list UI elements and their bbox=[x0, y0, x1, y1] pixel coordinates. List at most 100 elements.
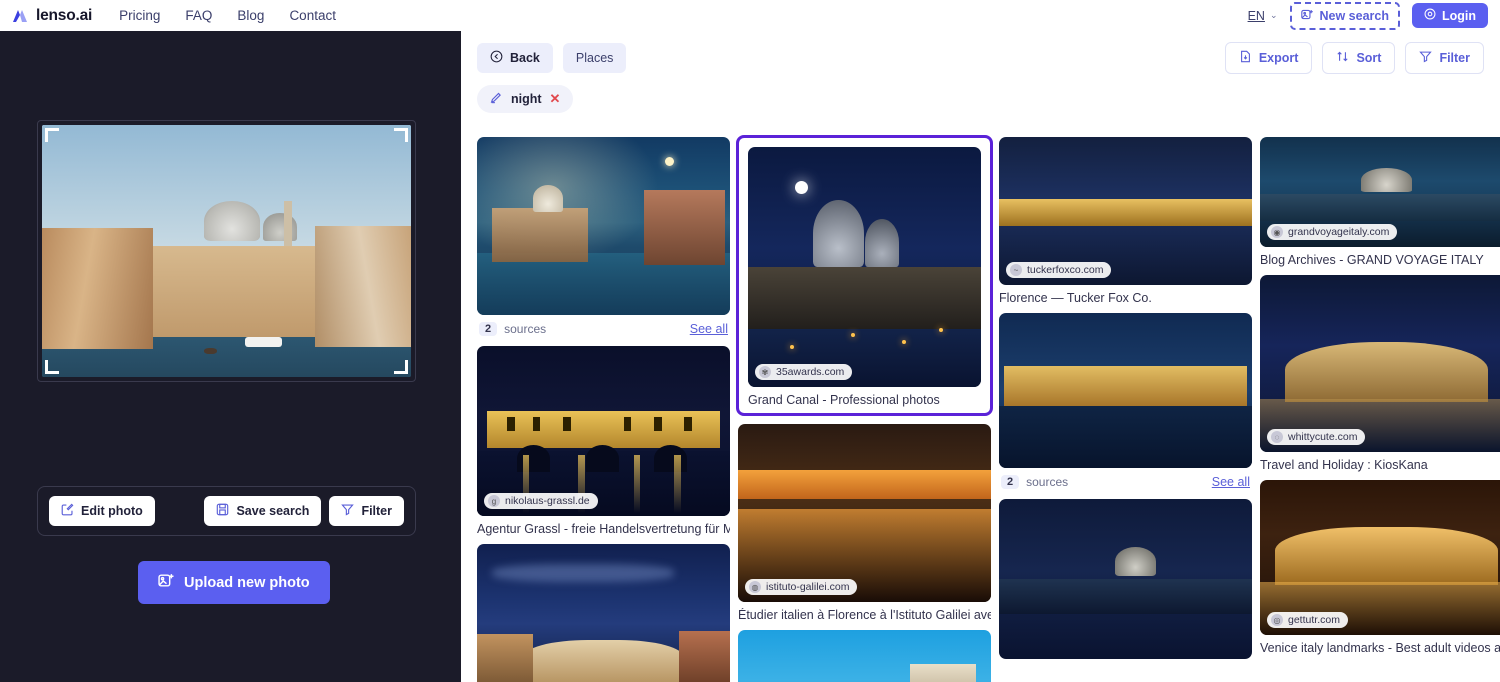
pencil-icon[interactable] bbox=[490, 91, 503, 107]
crop-handle-bottom-left[interactable] bbox=[45, 360, 59, 374]
brand-name: lenso.ai bbox=[36, 6, 93, 24]
source-badge[interactable]: ◍ istituto-galilei.com bbox=[745, 579, 858, 595]
edit-photo-button[interactable]: Edit photo bbox=[49, 496, 155, 526]
result-card[interactable]: ~ tuckerfoxco.com Florence — Tucker Fox … bbox=[999, 137, 1252, 305]
login-button[interactable]: Login bbox=[1411, 3, 1488, 28]
result-card[interactable]: ◍ istituto-galilei.com Étudier italien à… bbox=[738, 424, 991, 622]
places-label: Places bbox=[575, 51, 614, 65]
result-card-selected[interactable]: ✾ 35awards.com Grand Canal - Professiona… bbox=[736, 135, 993, 416]
source-domain: grandvoyageitaly.com bbox=[1288, 226, 1390, 238]
thumbnail-art bbox=[477, 137, 730, 315]
results-panel: Back Places Export Sort Filter night ✕ 2… bbox=[461, 31, 1500, 682]
upload-new-photo-button[interactable]: Upload new photo bbox=[138, 561, 330, 604]
result-thumbnail[interactable]: ◎ gettutr.com bbox=[1260, 480, 1500, 635]
result-thumbnail[interactable]: ◉ grandvoyageitaly.com bbox=[1260, 137, 1500, 247]
favicon-icon: g bbox=[488, 495, 500, 507]
sources-count-group: 2 sources bbox=[1001, 475, 1068, 489]
sources-count: 2 bbox=[479, 322, 498, 336]
thumbnail-art bbox=[738, 424, 991, 602]
upload-new-photo-label: Upload new photo bbox=[184, 574, 310, 591]
result-card[interactable]: ◉ grandvoyageitaly.com Blog Archives - G… bbox=[1260, 137, 1500, 267]
crop-handle-bottom-right[interactable] bbox=[394, 360, 408, 374]
filter-button-left[interactable]: Filter bbox=[329, 496, 404, 526]
result-caption: Blog Archives - GRAND VOYAGE ITALY bbox=[1260, 253, 1484, 267]
nav-item-pricing[interactable]: Pricing bbox=[119, 8, 160, 23]
photo-right-buildings bbox=[315, 225, 411, 347]
filter-tag-night[interactable]: night ✕ bbox=[477, 85, 574, 113]
result-card[interactable]: 2 sources See all bbox=[477, 137, 730, 338]
top-right-actions: EN ⌄ New search Login bbox=[1248, 1, 1488, 30]
source-badge[interactable]: ✾ 35awards.com bbox=[755, 364, 853, 380]
export-button[interactable]: Export bbox=[1224, 42, 1313, 74]
result-thumbnail[interactable]: g nikolaus-grassl.de bbox=[477, 346, 730, 516]
new-search-button[interactable]: New search bbox=[1289, 1, 1400, 30]
source-badge[interactable]: ~ tuckerfoxco.com bbox=[1006, 262, 1112, 278]
result-card[interactable]: ◎ gettutr.com Venice italy landmarks - B… bbox=[1260, 480, 1500, 655]
favicon-icon: ◍ bbox=[749, 581, 761, 593]
source-domain: 35awards.com bbox=[776, 366, 845, 378]
source-domain: istituto-galilei.com bbox=[766, 581, 850, 593]
chevron-down-icon: ⌄ bbox=[1269, 10, 1278, 20]
language-label: EN bbox=[1247, 8, 1265, 23]
thumbnail-art bbox=[999, 313, 1252, 468]
result-caption: Florence — Tucker Fox Co. bbox=[999, 291, 1152, 305]
image-plus-icon bbox=[158, 572, 175, 593]
sort-button[interactable]: Sort bbox=[1322, 42, 1396, 74]
result-card[interactable] bbox=[477, 544, 730, 682]
export-label: Export bbox=[1258, 51, 1299, 65]
filter-label-left: Filter bbox=[361, 504, 392, 518]
nav-item-blog[interactable]: Blog bbox=[237, 8, 264, 23]
source-domain: tuckerfoxco.com bbox=[1027, 264, 1104, 276]
source-badge[interactable]: g nikolaus-grassl.de bbox=[484, 493, 598, 509]
source-badge[interactable]: ◉ grandvoyageitaly.com bbox=[1267, 224, 1398, 240]
result-thumbnail[interactable]: ✾ 35awards.com bbox=[748, 147, 981, 387]
sources-row: 2 sources See all bbox=[999, 468, 1252, 491]
results-column-3: ~ tuckerfoxco.com Florence — Tucker Fox … bbox=[999, 137, 1252, 682]
brand-logo[interactable]: lenso.ai bbox=[11, 7, 92, 25]
result-thumbnail[interactable]: ◌ whittycute.com bbox=[1260, 275, 1500, 452]
result-thumbnail[interactable] bbox=[999, 313, 1252, 468]
crop-handle-top-right[interactable] bbox=[394, 128, 408, 142]
result-card[interactable] bbox=[999, 499, 1252, 659]
result-caption: Étudier italien à Florence à l'Istituto … bbox=[738, 608, 991, 622]
favicon-icon: ◌ bbox=[1271, 431, 1283, 443]
sources-count-group: 2 sources bbox=[479, 322, 546, 336]
result-thumbnail[interactable]: ~ tuckerfoxco.com bbox=[999, 137, 1252, 285]
top-navigation-bar: lenso.ai Pricing FAQ Blog Contact EN ⌄ N… bbox=[0, 0, 1500, 31]
toolbar-right-actions: Export Sort Filter bbox=[1224, 42, 1484, 74]
results-column-4: ◉ grandvoyageitaly.com Blog Archives - G… bbox=[1260, 137, 1500, 682]
nav-item-contact[interactable]: Contact bbox=[289, 8, 336, 23]
new-search-label: New search bbox=[1319, 8, 1389, 23]
result-thumbnail[interactable]: ◍ istituto-galilei.com bbox=[738, 424, 991, 602]
photo-boat bbox=[244, 336, 282, 347]
source-badge[interactable]: ◎ gettutr.com bbox=[1267, 612, 1348, 628]
photo-skyline bbox=[145, 245, 323, 337]
query-photo-container[interactable] bbox=[37, 120, 416, 382]
result-card[interactable]: ◌ whittycute.com Travel and Holiday : Ki… bbox=[1260, 275, 1500, 472]
result-thumbnail[interactable] bbox=[477, 137, 730, 315]
crop-handle-top-left[interactable] bbox=[45, 128, 59, 142]
see-all-link[interactable]: See all bbox=[690, 322, 728, 336]
pencil-square-icon bbox=[61, 503, 74, 519]
left-photo-panel: Edit photo Save search Filter Upload new… bbox=[0, 31, 461, 682]
active-filter-tags: night ✕ bbox=[477, 85, 574, 113]
results-column-1: 2 sources See all g nikolaus-grassl.de A… bbox=[477, 137, 730, 682]
result-card[interactable]: 2 sources See all bbox=[999, 313, 1252, 491]
result-card[interactable] bbox=[738, 630, 991, 682]
save-disk-icon bbox=[216, 503, 229, 519]
result-thumbnail[interactable] bbox=[477, 544, 730, 682]
save-search-button[interactable]: Save search bbox=[204, 496, 322, 526]
source-badge[interactable]: ◌ whittycute.com bbox=[1267, 429, 1366, 445]
back-button[interactable]: Back bbox=[477, 43, 553, 73]
result-thumbnail[interactable] bbox=[999, 499, 1252, 659]
filter-button[interactable]: Filter bbox=[1405, 42, 1484, 74]
result-card[interactable]: g nikolaus-grassl.de Agentur Grassl - fr… bbox=[477, 346, 730, 536]
places-tab[interactable]: Places bbox=[562, 43, 627, 73]
language-selector[interactable]: EN ⌄ bbox=[1248, 9, 1278, 23]
close-icon[interactable]: ✕ bbox=[550, 91, 561, 107]
see-all-link[interactable]: See all bbox=[1212, 475, 1250, 489]
photo-action-bar: Edit photo Save search Filter bbox=[37, 486, 416, 536]
nav-item-faq[interactable]: FAQ bbox=[185, 8, 212, 23]
sources-word: sources bbox=[504, 322, 547, 336]
result-thumbnail[interactable] bbox=[738, 630, 991, 682]
